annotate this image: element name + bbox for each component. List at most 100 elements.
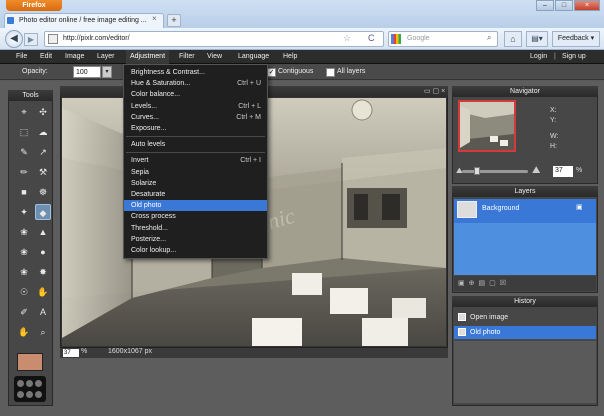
- menu-help[interactable]: Help: [279, 50, 301, 64]
- brush-tool-icon[interactable]: ✏: [16, 164, 32, 180]
- menu-image[interactable]: Image: [61, 50, 88, 64]
- menu-language[interactable]: Language: [234, 50, 273, 64]
- adjustment-menu-item[interactable]: Auto levels: [124, 139, 267, 150]
- red-eye-tool-icon[interactable]: ✋: [35, 284, 51, 300]
- stamp-tool-icon[interactable]: ✦: [16, 204, 32, 220]
- marquee-tool-icon[interactable]: ⬚: [16, 124, 32, 140]
- opacity-input[interactable]: 100: [73, 66, 101, 78]
- adjustment-menu-item[interactable]: Sepia: [124, 167, 267, 178]
- adjustment-menu-item[interactable]: Levels... Ctrl + L: [124, 101, 267, 112]
- foreground-color-swatch[interactable]: [17, 353, 43, 371]
- menu-item-label: Cross process: [131, 213, 176, 221]
- eraser-tool-icon[interactable]: ⚒: [35, 164, 51, 180]
- menu-item-shortcut: Ctrl + U: [237, 80, 261, 88]
- adjustment-menu-item[interactable]: Hue & Saturation... Ctrl + U: [124, 78, 267, 89]
- adjustment-menu-item[interactable]: Brightness & Contrast...: [124, 67, 267, 78]
- color-replace-tool-icon[interactable]: ◆: [35, 204, 51, 220]
- crop-tool-icon[interactable]: ⌖: [16, 104, 32, 120]
- minimize-icon[interactable]: –: [536, 0, 554, 11]
- layer-actions-icon[interactable]: ▣⊕▤▢☒: [454, 276, 596, 291]
- adjustment-menu-item[interactable]: Desaturate: [124, 189, 267, 200]
- menu-item-label: Posterize...: [131, 235, 167, 243]
- menu-edit[interactable]: Edit: [36, 50, 56, 64]
- home-button[interactable]: ⌂: [504, 31, 522, 47]
- adjustment-menu-item[interactable]: Invert Ctrl + I: [124, 155, 267, 166]
- spot-heal-tool-icon[interactable]: ✐: [16, 304, 32, 320]
- adjustment-menu-item[interactable]: Solarize: [124, 178, 267, 189]
- menu-item-label: Auto levels: [131, 141, 166, 149]
- bookmarks-button[interactable]: ▤▾: [526, 31, 548, 47]
- drawing-tool-icon[interactable]: ❀: [16, 224, 32, 240]
- pinch-tool-icon[interactable]: ✋: [16, 324, 32, 340]
- lock-icon[interactable]: ▣: [576, 203, 583, 211]
- firefox-menu-button[interactable]: Firefox: [6, 0, 62, 11]
- adjustment-menu-item[interactable]: Old photo: [124, 200, 267, 212]
- smudge-tool-icon[interactable]: ●: [35, 244, 51, 260]
- menu-separator: [126, 136, 265, 138]
- w-label: W:: [550, 133, 559, 140]
- login-link[interactable]: Login: [530, 50, 547, 64]
- blur-tool-icon[interactable]: ▲: [35, 224, 51, 240]
- move-tool-icon[interactable]: ✣: [35, 104, 51, 120]
- menu-item-label: Desaturate: [131, 191, 166, 198]
- search-engine-icon[interactable]: [391, 34, 401, 44]
- feedback-button[interactable]: Feedback ▾: [552, 31, 600, 47]
- sponge-tool-icon[interactable]: ❀: [16, 264, 32, 280]
- burn-tool-icon[interactable]: ☉: [16, 284, 32, 300]
- reload-icon[interactable]: C: [368, 33, 375, 43]
- search-input[interactable]: Google: [388, 31, 498, 47]
- adjustment-menu-item[interactable]: Curves... Ctrl + M: [124, 112, 267, 123]
- contiguous-label: Contiguous: [278, 68, 314, 75]
- lasso-tool-icon[interactable]: ☁: [35, 124, 51, 140]
- tab-close-icon[interactable]: ×: [152, 14, 157, 23]
- forward-button[interactable]: ▶: [24, 33, 38, 46]
- zoom-slider[interactable]: [462, 170, 528, 173]
- palette-icon[interactable]: [14, 376, 46, 402]
- maximize-icon[interactable]: □: [555, 0, 573, 11]
- contiguous-checkbox[interactable]: ✓: [267, 68, 276, 77]
- navigator-thumbnail[interactable]: [458, 100, 516, 152]
- text-tool-icon[interactable]: ⌕: [35, 324, 51, 340]
- adjustment-menu-item[interactable]: Color balance...: [124, 89, 267, 100]
- fill-tool-icon[interactable]: ■: [16, 184, 32, 200]
- menu-layer[interactable]: Layer: [93, 50, 119, 64]
- navigator-zoom-input[interactable]: 37: [553, 166, 573, 177]
- pencil-tool-icon[interactable]: ↗: [35, 144, 51, 160]
- menu-filter[interactable]: Filter: [175, 50, 199, 64]
- adjustment-menu-item[interactable]: Cross process: [124, 211, 267, 222]
- layers-list-area: [454, 223, 596, 275]
- navigator-coordinates: X: Y: W: H:: [550, 106, 558, 152]
- new-tab-button[interactable]: +: [167, 14, 181, 27]
- browser-tab[interactable]: Photo editor online / free image editing…: [4, 13, 164, 28]
- close-window-icon[interactable]: ×: [574, 0, 600, 11]
- menu-item-label: Invert: [131, 157, 149, 165]
- adjustment-menu-item[interactable]: Exposure...: [124, 123, 267, 134]
- gradient-tool-icon[interactable]: ☸: [35, 184, 51, 200]
- adjustment-menu-item[interactable]: Threshold...: [124, 223, 267, 234]
- palette-dot: [35, 391, 42, 398]
- menu-adjustment[interactable]: Adjustment: [126, 50, 170, 64]
- url-input[interactable]: http://pixlr.com/editor/: [44, 31, 384, 47]
- canvas-zoom-input[interactable]: 37: [63, 349, 79, 357]
- history-item[interactable]: Open image: [454, 311, 596, 324]
- signup-link[interactable]: Sign up: [562, 50, 586, 64]
- bloat-tool-icon[interactable]: A: [35, 304, 51, 320]
- menu-file[interactable]: File: [12, 50, 31, 64]
- chevron-down-icon[interactable]: ▾: [102, 66, 112, 78]
- search-icon[interactable]: ⌕: [487, 33, 491, 43]
- menu-view[interactable]: View: [203, 50, 226, 64]
- bookmark-star-icon[interactable]: ☆: [343, 33, 351, 44]
- zoom-in-icon[interactable]: ⛰: [532, 165, 540, 176]
- wand-tool-icon[interactable]: ✎: [16, 144, 32, 160]
- canvas-window-controls[interactable]: ▭ ▢ ×: [424, 87, 445, 95]
- back-button[interactable]: ◀: [5, 30, 23, 48]
- history-item-selected[interactable]: Old photo: [454, 326, 596, 339]
- site-identity-icon[interactable]: [48, 34, 58, 44]
- sharpen-tool-icon[interactable]: ❀: [16, 244, 32, 260]
- dodge-tool-icon[interactable]: ✸: [35, 264, 51, 280]
- layer-thumbnail: [457, 201, 477, 218]
- adjustment-menu-item[interactable]: Posterize...: [124, 234, 267, 245]
- zoom-slider-handle[interactable]: [474, 167, 480, 175]
- all-layers-checkbox[interactable]: [326, 68, 335, 77]
- adjustment-menu-item[interactable]: Color lookup...: [124, 245, 267, 256]
